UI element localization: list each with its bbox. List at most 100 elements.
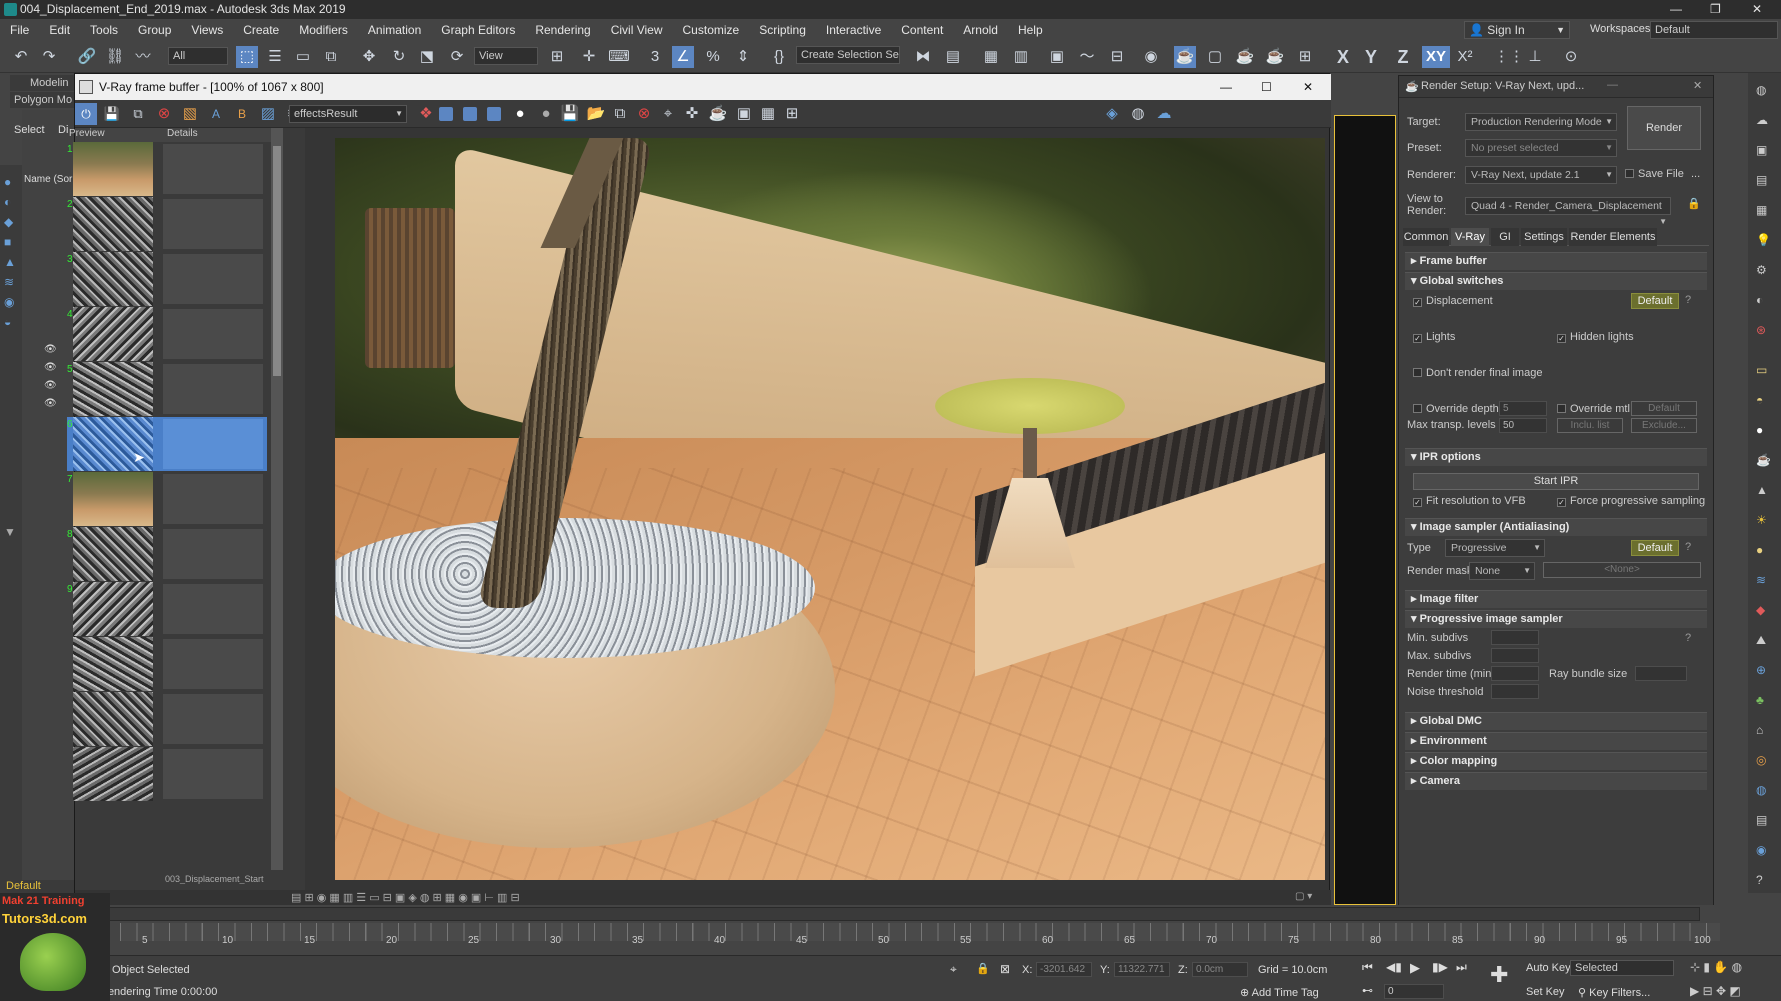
force-progressive-checkbox[interactable]: ✓ — [1557, 498, 1566, 507]
link-icon[interactable]: 🔗 — [76, 46, 98, 68]
sphere-icon[interactable]: ◍ — [1127, 103, 1149, 125]
noise-threshold-spinner[interactable] — [1491, 684, 1539, 699]
history-item[interactable] — [67, 747, 267, 801]
command-icon[interactable]: ▲ — [4, 255, 16, 269]
lights-option[interactable]: ✓ Lights — [1413, 331, 1455, 343]
pixel-info-icon[interactable]: ⊞ — [781, 103, 803, 125]
menu-group[interactable]: Group — [128, 23, 181, 37]
selected-dropdown[interactable]: Selected — [1570, 960, 1674, 976]
ribbon-tab[interactable]: Modelin — [10, 75, 74, 91]
layer-explorer-icon[interactable]: ▥ — [1010, 46, 1032, 68]
preset-dropdown[interactable]: No preset selected ▼ — [1465, 139, 1617, 157]
ribbon-toggle-icon[interactable]: ▣ — [1046, 46, 1068, 68]
panel-icon[interactable]: ● — [1756, 543, 1763, 557]
rect-selection-icon[interactable]: ▭ — [292, 46, 314, 68]
reference-coord-dropdown[interactable]: View — [474, 47, 538, 65]
snaps-icon[interactable]: ⊙ — [1560, 46, 1582, 68]
lock-icon[interactable]: 🔒 — [1687, 197, 1701, 210]
rendered-frame-window-icon[interactable]: ▢ — [1204, 46, 1226, 68]
command-icon[interactable]: ■ — [4, 235, 11, 249]
hidden-lights-option[interactable]: ✓ Hidden lights — [1557, 331, 1634, 343]
b-icon[interactable]: B — [231, 103, 253, 125]
menu-arnold[interactable]: Arnold — [953, 23, 1008, 37]
workspace-dropdown[interactable]: Default — [1650, 21, 1778, 39]
history-item[interactable] — [67, 637, 267, 691]
keyboard-shortcut-icon[interactable]: ⌨ — [608, 46, 630, 68]
bind-space-warp-icon[interactable]: 〰 — [132, 46, 154, 68]
stamp-icon[interactable]: ◈ — [1101, 103, 1123, 125]
panel-icon[interactable]: ◍ — [1756, 783, 1766, 797]
override-depth-checkbox[interactable] — [1413, 404, 1422, 413]
command-icon[interactable]: ≋ — [4, 275, 14, 289]
max-transp-spinner[interactable]: 50 — [1499, 418, 1547, 433]
help-icon[interactable]: ? — [1756, 873, 1763, 887]
menu-animation[interactable]: Animation — [358, 23, 431, 37]
viewport-nav-icons[interactable]: ▶ ⊟ ✥ ◩ — [1690, 984, 1741, 998]
panel-icon[interactable]: 💡 — [1756, 233, 1771, 247]
clear-image-icon[interactable]: ⊗ — [633, 103, 655, 125]
blue-channel-icon[interactable] — [487, 107, 501, 124]
panel-icon[interactable]: ◎ — [1756, 753, 1766, 767]
red-channel-icon[interactable] — [439, 107, 453, 124]
command-icon[interactable]: ◒ — [4, 315, 11, 329]
menu-tools[interactable]: Tools — [80, 23, 128, 37]
menu-civil-view[interactable]: Civil View — [601, 23, 673, 37]
previous-frame-icon[interactable]: ◀▮ — [1386, 960, 1402, 974]
vfb-minimize-icon[interactable]: — — [1220, 74, 1232, 100]
panel-icon[interactable]: ♣ — [1756, 693, 1764, 707]
menu-rendering[interactable]: Rendering — [525, 23, 600, 37]
panel-icon[interactable]: ◉ — [1756, 843, 1766, 857]
vfb-history-icon[interactable]: ⏻ — [75, 103, 97, 125]
history-item[interactable]: 1 — [67, 142, 267, 196]
pivot-icon[interactable]: ⊞ — [546, 46, 568, 68]
menu-scripting[interactable]: Scripting — [749, 23, 816, 37]
render-channel-dropdown[interactable]: effectsResult ▼ — [289, 105, 407, 123]
window-crossing-icon[interactable]: ⧉ — [320, 46, 342, 68]
command-icon[interactable]: ◉ — [4, 295, 14, 309]
render-setup-close-icon[interactable]: ✕ — [1693, 79, 1702, 92]
scene-select-menu[interactable]: Select — [14, 124, 45, 136]
override-depth-spinner[interactable]: 5 — [1499, 401, 1547, 416]
menu-customize[interactable]: Customize — [673, 23, 750, 37]
panel-icon[interactable]: ▤ — [1756, 173, 1767, 187]
angle-snap-icon[interactable]: ∠ — [672, 46, 694, 68]
menu-graph-editors[interactable]: Graph Editors — [431, 23, 525, 37]
history-scroll-thumb[interactable] — [273, 146, 281, 376]
rollout-global-dmc[interactable]: ▸ Global DMC — [1405, 712, 1707, 730]
mono-icon[interactable]: ● — [535, 103, 557, 125]
panel-icon[interactable]: ☁ — [1756, 113, 1768, 127]
y-coord-field[interactable]: 11322.771 — [1114, 962, 1170, 977]
timeline[interactable]: 5 10 15 20 25 30 35 40 45 50 55 60 65 70… — [0, 905, 1781, 960]
command-icon[interactable]: ◐ — [4, 195, 11, 209]
exclude-button[interactable]: Exclude... — [1631, 418, 1697, 433]
rotate-icon[interactable]: ↻ — [388, 46, 410, 68]
help-icon[interactable]: ? — [1685, 294, 1691, 306]
save-image-icon[interactable]: 💾 — [559, 103, 581, 125]
sampler-type-dropdown[interactable]: Progressive ▼ — [1445, 539, 1545, 557]
hidden-lights-checkbox[interactable]: ✓ — [1557, 334, 1566, 343]
restore-icon[interactable]: ❐ — [1710, 0, 1721, 19]
edit-named-sets-icon[interactable]: {} — [768, 46, 790, 68]
rollout-color-mapping[interactable]: ▸ Color mapping — [1405, 752, 1707, 770]
add-time-tag[interactable]: ⊕ Add Time Tag — [1240, 986, 1319, 999]
global-switches-default-button[interactable]: Default — [1631, 293, 1679, 309]
go-to-start-icon[interactable]: ⏮ — [1362, 960, 1373, 975]
target-dropdown[interactable]: Production Rendering Mode ▼ — [1465, 113, 1617, 131]
fit-resolution-option[interactable]: ✓ Fit resolution to VFB — [1413, 495, 1526, 507]
absolute-mode-icon[interactable]: ⊠ — [1000, 962, 1010, 976]
copy-icon[interactable]: ⧉ — [609, 103, 631, 125]
render-iterative-icon[interactable]: ☕ — [1264, 46, 1286, 68]
render-time-spinner[interactable] — [1491, 666, 1539, 681]
lens-effects-icon[interactable]: ▦ — [757, 103, 779, 125]
z-coord-field[interactable]: 0.0cm — [1192, 962, 1248, 977]
set-key-button[interactable]: Set Key — [1526, 986, 1565, 998]
viewport-nav-icons[interactable]: ⊹ ▮ ✋ ◍ — [1690, 960, 1742, 974]
panel-icon[interactable]: ⊕ — [1756, 663, 1766, 677]
menu-help[interactable]: Help — [1008, 23, 1053, 37]
rollout-environment[interactable]: ▸ Environment — [1405, 732, 1707, 750]
panel-icon[interactable]: ≋ — [1756, 573, 1766, 587]
render-mask-object-button[interactable]: <None> — [1543, 562, 1701, 578]
tab-common[interactable]: Common — [1403, 228, 1449, 246]
stop-icon[interactable]: ⊗ — [153, 103, 175, 125]
panel-icon[interactable]: ☀ — [1756, 513, 1767, 527]
